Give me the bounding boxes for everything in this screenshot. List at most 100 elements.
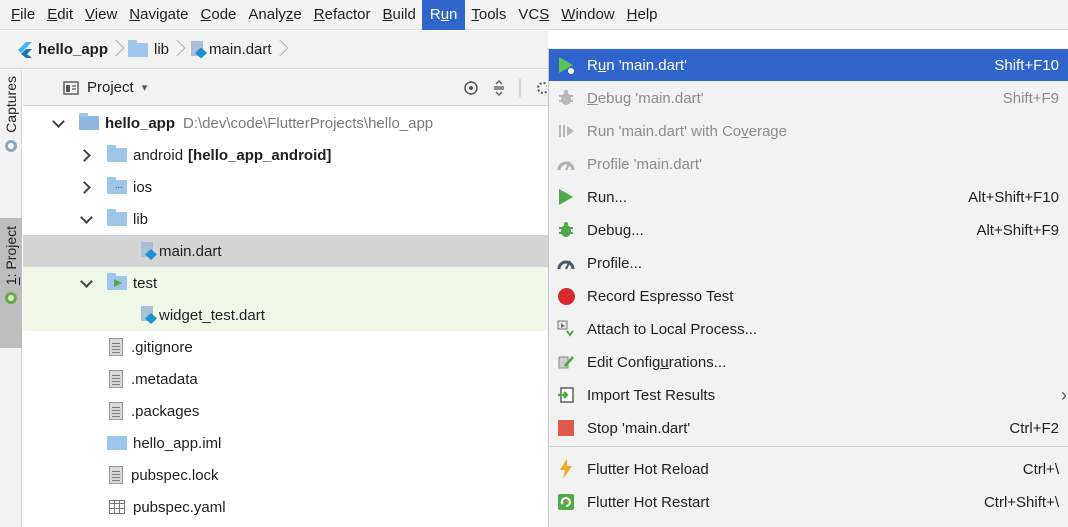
tree-row-pubspec-lock[interactable]: pubspec.lock xyxy=(23,459,548,491)
tree-row-pubspec-yaml[interactable]: pubspec.yaml xyxy=(23,491,548,523)
folder-icon xyxy=(107,209,127,226)
run-main-dart-item[interactable]: Run 'main.dart' Shift+F10 xyxy=(549,49,1068,81)
stop-icon xyxy=(555,417,577,439)
stop-main-dart-item[interactable]: Stop 'main.dart' Ctrl+F2 xyxy=(549,412,1068,444)
flutter-hot-restart-item[interactable]: Flutter Hot Restart Ctrl+Shift+\ xyxy=(549,486,1068,518)
tool-window-strip: Captures 1: Project xyxy=(0,70,22,527)
captures-icon xyxy=(5,139,17,152)
edit-configurations-item[interactable]: Edit Configurations... xyxy=(549,346,1068,378)
tree-row-widget-test[interactable]: widget_test.dart xyxy=(23,299,548,331)
module-file-icon xyxy=(107,436,127,450)
menu-run[interactable]: Run xyxy=(421,0,466,30)
menu-edit[interactable]: Edit xyxy=(41,0,79,30)
debug-item[interactable]: Debug... Alt+Shift+F9 xyxy=(549,214,1068,246)
chevron-right-icon[interactable] xyxy=(79,148,93,162)
lightning-icon xyxy=(555,458,577,480)
locate-icon[interactable] xyxy=(463,80,479,96)
profile-main-dart-item[interactable]: Profile 'main.dart' xyxy=(549,148,1068,180)
breadcrumb-file[interactable]: main.dart xyxy=(189,31,286,69)
record-icon xyxy=(555,285,577,307)
chevron-down-icon[interactable] xyxy=(51,116,65,130)
hot-restart-icon xyxy=(555,491,577,513)
folder-icon xyxy=(128,39,149,57)
project-panel-header: Project ▾ xyxy=(23,70,548,106)
menu-tools[interactable]: Tools xyxy=(465,0,512,30)
menu-help[interactable]: Help xyxy=(621,0,664,30)
dart-file-icon xyxy=(139,241,157,261)
breadcrumb-label: main.dart xyxy=(209,41,272,58)
menu-refactor[interactable]: Refactor xyxy=(308,0,377,30)
menu-window[interactable]: Window xyxy=(555,0,620,30)
profile-icon xyxy=(555,252,577,274)
folder-icon xyxy=(107,145,127,162)
attach-local-process-item[interactable]: Attach to Local Process... xyxy=(549,313,1068,345)
chevron-down-icon[interactable]: ▾ xyxy=(142,81,148,94)
menu-navigate[interactable]: Navigate xyxy=(123,0,194,30)
text-file-icon xyxy=(109,466,123,484)
import-test-results-item[interactable]: Import Test Results › xyxy=(549,379,1068,411)
dart-test-file-icon xyxy=(139,305,157,325)
tree-row-ios[interactable]: ios xyxy=(23,171,548,203)
flutter-hot-reload-item[interactable]: Flutter Hot Reload Ctrl+\ xyxy=(549,453,1068,485)
gear-icon[interactable] xyxy=(535,80,547,96)
run-with-coverage-item[interactable]: Run 'main.dart' with Coverage xyxy=(549,115,1068,147)
profile-item[interactable]: Profile... xyxy=(549,247,1068,279)
tree-row-iml[interactable]: hello_app.iml xyxy=(23,427,548,459)
edit-config-icon xyxy=(555,351,577,373)
tree-row-android[interactable]: android [hello_app_android] xyxy=(23,139,548,171)
chevron-down-icon[interactable] xyxy=(79,212,93,226)
coverage-icon xyxy=(555,120,577,142)
chevron-right-icon[interactable] xyxy=(79,180,93,194)
module-folder-icon xyxy=(79,113,99,130)
yaml-file-icon xyxy=(109,500,125,514)
chevron-right-icon xyxy=(169,31,183,69)
menu-bar: File Edit View Navigate Code Analyze Ref… xyxy=(0,0,1068,30)
breadcrumb-project[interactable]: hello_app xyxy=(16,31,122,69)
chevron-down-icon[interactable] xyxy=(79,276,93,290)
project-view-selector[interactable]: Project xyxy=(87,79,134,96)
breadcrumb-label: hello_app xyxy=(38,41,109,58)
flutter-icon xyxy=(18,41,32,58)
folder-icon xyxy=(107,177,127,194)
menu-analyze[interactable]: Analyze xyxy=(242,0,307,30)
breadcrumb: hello_app lib main.dart xyxy=(0,31,548,69)
debug-icon xyxy=(555,87,577,109)
import-icon xyxy=(555,384,577,406)
tree-row-lib[interactable]: lib xyxy=(23,203,548,235)
project-icon xyxy=(5,292,17,305)
tree-row-main-dart[interactable]: main.dart xyxy=(23,235,548,267)
captures-tab[interactable]: Captures xyxy=(0,76,22,206)
project-view-icon xyxy=(63,80,79,95)
run-item[interactable]: Run... Alt+Shift+F10 xyxy=(549,181,1068,213)
menu-separator xyxy=(549,446,1068,447)
tree-row-gitignore[interactable]: .gitignore xyxy=(23,331,548,363)
breadcrumb-label: lib xyxy=(154,41,170,58)
menu-file[interactable]: File xyxy=(5,0,41,30)
menu-vcs[interactable]: VCS xyxy=(512,0,555,30)
chevron-right-icon xyxy=(272,31,286,69)
text-file-icon xyxy=(109,402,123,420)
tree-row-metadata[interactable]: .metadata xyxy=(23,363,548,395)
project-tab[interactable]: 1: Project xyxy=(0,218,22,348)
run-menu: Run 'main.dart' Shift+F10 Debug 'main.da… xyxy=(548,48,1068,527)
attach-icon xyxy=(555,318,577,340)
test-folder-icon xyxy=(107,273,127,290)
tree-row-packages[interactable]: .packages xyxy=(23,395,548,427)
record-espresso-test-item[interactable]: Record Espresso Test xyxy=(549,280,1068,312)
run-icon xyxy=(555,186,577,208)
menu-code[interactable]: Code xyxy=(195,0,243,30)
tree-row-root[interactable]: hello_app D:\dev\code\FlutterProjects\he… xyxy=(23,107,548,139)
dart-file-icon xyxy=(189,40,207,60)
text-file-icon xyxy=(109,370,123,388)
debug-main-dart-item[interactable]: Debug 'main.dart' Shift+F9 xyxy=(549,82,1068,114)
breadcrumb-lib[interactable]: lib xyxy=(128,31,183,69)
menu-view[interactable]: View xyxy=(79,0,123,30)
project-tree: hello_app D:\dev\code\FlutterProjects\he… xyxy=(23,107,548,527)
collapse-all-icon[interactable] xyxy=(493,80,505,96)
debug-icon xyxy=(555,219,577,241)
menu-build[interactable]: Build xyxy=(376,0,421,30)
text-file-icon xyxy=(109,338,123,356)
tree-row-test[interactable]: test xyxy=(23,267,548,299)
chevron-right-icon xyxy=(108,31,122,69)
run-icon xyxy=(555,54,577,76)
